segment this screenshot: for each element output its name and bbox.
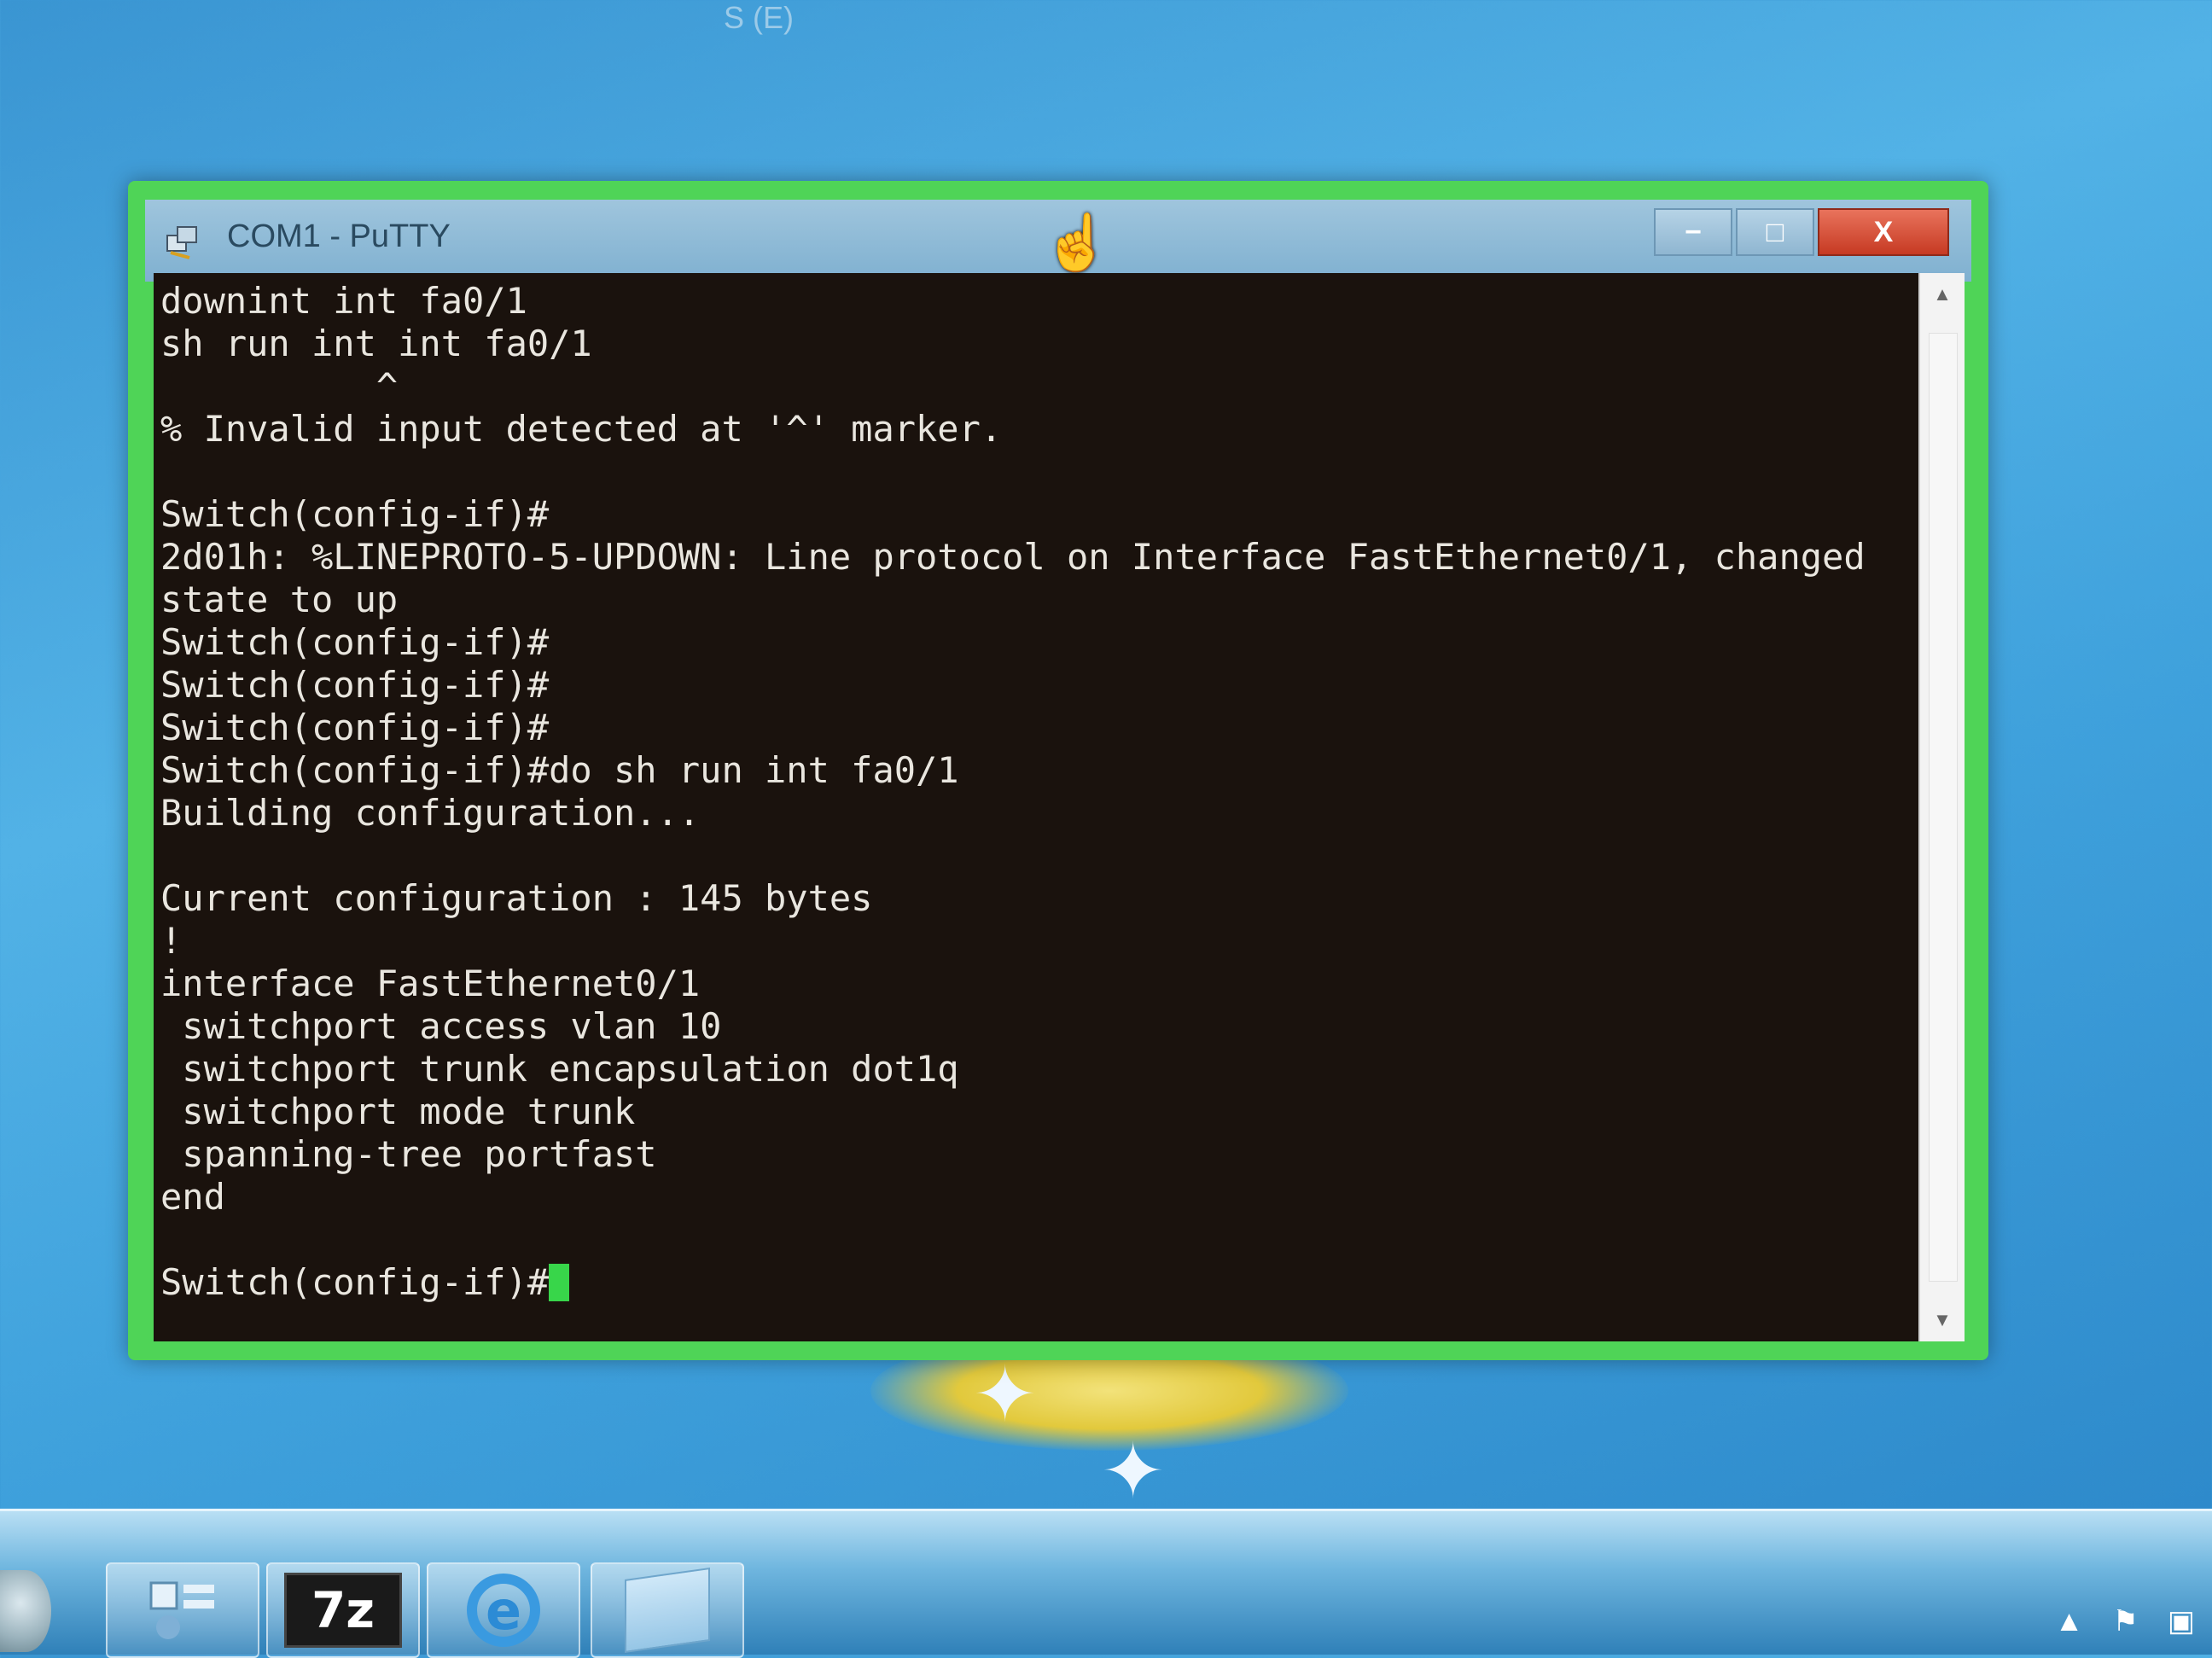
terminal-line: Current configuration : 145 bytes bbox=[160, 877, 873, 919]
terminal-line: switchport trunk encapsulation dot1q bbox=[160, 1048, 959, 1090]
scroll-up-arrow-icon[interactable]: ▲ bbox=[1920, 273, 1965, 316]
window-title: COM1 - PuTTY bbox=[227, 218, 451, 254]
desktop-top-label: S (E) bbox=[724, 0, 795, 35]
terminal-prompt: Switch(config-if)# bbox=[160, 1261, 550, 1303]
taskbar-internet-explorer[interactable]: e bbox=[427, 1562, 580, 1658]
terminal-line: ! bbox=[160, 920, 183, 962]
terminal-line: sh run int int fa0/1 bbox=[160, 323, 592, 364]
control-panel-icon bbox=[149, 1581, 214, 1639]
terminal-cursor bbox=[549, 1263, 570, 1301]
terminal-line: spanning-tree portfast bbox=[160, 1133, 657, 1175]
terminal-line: state to up bbox=[160, 579, 399, 620]
close-button[interactable]: X bbox=[1818, 208, 1949, 256]
terminal-area[interactable]: downint int fa0/1 sh run int int fa0/1 ^… bbox=[154, 273, 1918, 1341]
7zip-icon: 7z bbox=[284, 1573, 402, 1648]
terminal-line: ^ bbox=[160, 365, 399, 407]
terminal-line: Switch(config-if)# bbox=[160, 707, 550, 748]
wallpaper-sparkle: ✦ bbox=[1101, 1429, 1166, 1515]
network-icon[interactable]: ▣ bbox=[2168, 1604, 2195, 1638]
action-center-flag-icon[interactable]: ⚑ bbox=[2112, 1604, 2138, 1638]
terminal-line: Switch(config-if)#do sh run int fa0/1 bbox=[160, 749, 959, 791]
terminal-line: Switch(config-if)# bbox=[160, 621, 550, 663]
terminal-line: end bbox=[160, 1176, 225, 1218]
folder-icon bbox=[625, 1567, 710, 1654]
terminal-line: interface FastEthernet0/1 bbox=[160, 963, 701, 1004]
taskbar: 7z e bbox=[0, 1509, 2212, 1658]
hand-pointer-icon: ☝ bbox=[1043, 212, 1111, 273]
start-button[interactable] bbox=[0, 1570, 51, 1652]
scroll-down-arrow-icon[interactable]: ▼ bbox=[1920, 1299, 1965, 1341]
taskbar-file-explorer[interactable] bbox=[591, 1562, 744, 1658]
minimize-button[interactable]: − bbox=[1654, 208, 1732, 256]
ie-icon: e bbox=[467, 1574, 540, 1647]
terminal-line: Building configuration... bbox=[160, 792, 701, 834]
tray-arrow-icon[interactable]: ▲ bbox=[2055, 1605, 2084, 1638]
terminal-line: Switch(config-if)# bbox=[160, 493, 550, 535]
putty-window[interactable]: COM1 - PuTTY − □ X downint int fa0/1 sh … bbox=[128, 181, 1988, 1360]
terminal-line: downint int fa0/1 bbox=[160, 280, 527, 322]
terminal-line: 2d01h: %LINEPROTO-5-UPDOWN: Line protoco… bbox=[160, 536, 1866, 578]
taskbar-control-panel[interactable] bbox=[106, 1562, 259, 1658]
taskbar-7zip[interactable]: 7z bbox=[266, 1562, 420, 1658]
scrollbar-thumb[interactable] bbox=[1929, 333, 1958, 1282]
putty-icon bbox=[166, 226, 197, 259]
maximize-button[interactable]: □ bbox=[1736, 208, 1814, 256]
terminal-line: switchport mode trunk bbox=[160, 1091, 636, 1132]
terminal-line: Switch(config-if)# bbox=[160, 664, 550, 706]
wallpaper-sparkle: ✦ bbox=[973, 1353, 1038, 1438]
terminal-line: % Invalid input detected at '^' marker. bbox=[160, 408, 1003, 450]
terminal-prompt-line: Switch(config-if)# bbox=[160, 1261, 570, 1304]
terminal-line: switchport access vlan 10 bbox=[160, 1005, 722, 1047]
window-controls: − □ X bbox=[1650, 208, 1949, 256]
system-tray: ▲ ⚑ ▣ bbox=[2055, 1596, 2195, 1647]
vertical-scrollbar[interactable]: ▲ ▼ bbox=[1918, 273, 1965, 1341]
